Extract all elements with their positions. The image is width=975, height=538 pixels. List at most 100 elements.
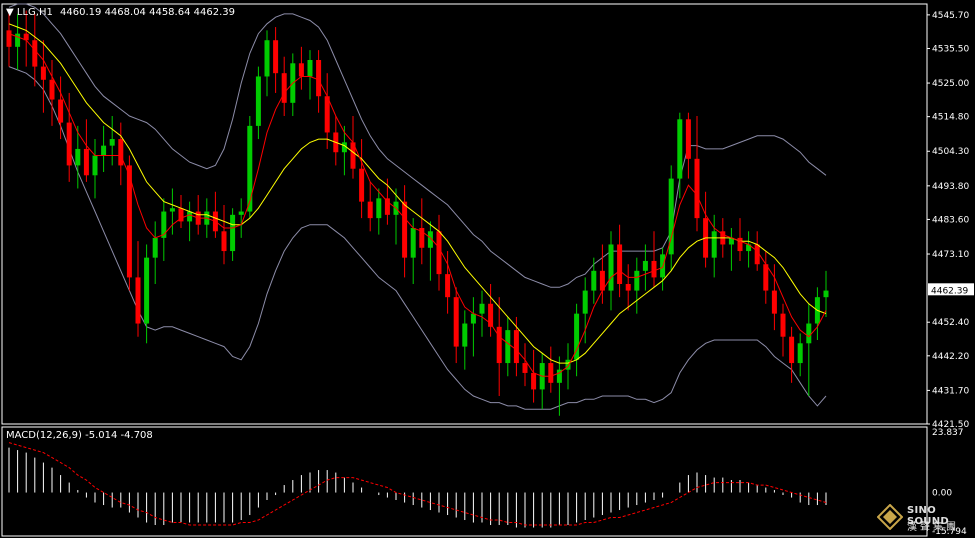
candle-body xyxy=(255,76,261,126)
chart-canvas: 4545.70 4535.50 4525.00 4514.80 4504.30 4493.… xyxy=(1,3,974,537)
candle xyxy=(574,303,580,377)
candle xyxy=(152,221,158,284)
candle xyxy=(453,287,459,364)
candle xyxy=(15,13,21,70)
candle-body xyxy=(789,336,795,364)
price-tick-label: 4483.60 xyxy=(932,215,969,225)
price-tick-label: 4431.70 xyxy=(932,386,969,396)
macd-axis-label: 0.00 xyxy=(932,489,952,499)
candle-body xyxy=(462,323,468,347)
candle xyxy=(548,346,554,393)
candle xyxy=(255,66,261,140)
candle xyxy=(281,56,287,116)
candle xyxy=(402,185,408,278)
price-tick-label: 4535.50 xyxy=(932,44,969,54)
candle-body xyxy=(634,270,640,291)
candle xyxy=(135,241,141,337)
candle xyxy=(376,188,382,235)
candle xyxy=(178,195,184,228)
candle-body xyxy=(531,372,537,390)
candle xyxy=(238,198,244,238)
candle-body xyxy=(677,119,683,179)
candle-body xyxy=(15,33,21,47)
candle-body xyxy=(32,40,38,67)
ohlc-values: 4460.19 4468.04 4458.64 4462.39 xyxy=(60,7,235,18)
candle-body xyxy=(273,40,279,74)
candle-body xyxy=(402,201,408,258)
candle xyxy=(230,208,236,261)
candle xyxy=(531,349,537,403)
candle xyxy=(161,198,167,261)
candle xyxy=(660,247,666,291)
candle-body xyxy=(445,274,451,298)
candle-body xyxy=(40,66,46,80)
price-tick-label: 4442.20 xyxy=(932,352,969,362)
candle xyxy=(496,297,502,396)
candle-body xyxy=(221,231,227,252)
candle xyxy=(625,264,631,311)
price-tick-label: 4514.80 xyxy=(932,113,969,123)
candle xyxy=(298,46,304,90)
candle xyxy=(109,116,115,166)
candle xyxy=(333,116,339,166)
candle xyxy=(608,231,614,311)
candle xyxy=(763,251,769,304)
candle xyxy=(591,257,597,304)
candle xyxy=(479,290,485,337)
candle xyxy=(728,228,734,271)
candle-body xyxy=(771,290,777,314)
candle xyxy=(221,204,227,265)
candle xyxy=(144,244,150,344)
price-axis: 4545.70 4535.50 4525.00 4514.80 4504.30 4493.… xyxy=(927,11,974,430)
candle-body xyxy=(6,30,12,47)
candle xyxy=(806,303,812,396)
candle-body xyxy=(298,63,304,77)
candle-body xyxy=(642,260,648,271)
candle-body xyxy=(582,290,588,314)
candle xyxy=(789,326,795,383)
candle xyxy=(694,116,700,232)
candle-body xyxy=(797,343,803,364)
candle xyxy=(264,30,270,97)
candle-body xyxy=(66,122,72,166)
candle xyxy=(505,316,511,377)
candle-body xyxy=(625,284,631,291)
candle xyxy=(187,201,193,242)
chart-frame xyxy=(1,3,928,537)
candle-body xyxy=(591,270,597,291)
candle-body xyxy=(58,99,64,123)
macd-panel: 23.8370.00-15.794 xyxy=(8,428,967,537)
candle xyxy=(359,139,365,219)
candle xyxy=(316,50,322,113)
candle xyxy=(23,10,29,67)
candle xyxy=(6,10,12,67)
candle-body xyxy=(608,244,614,291)
candle-body xyxy=(479,303,485,314)
dropdown-triangle-icon[interactable]: ▼ xyxy=(6,7,14,18)
candle xyxy=(118,122,124,186)
candle xyxy=(711,214,717,278)
price-tick-label: 4525.00 xyxy=(932,79,969,89)
candle-body xyxy=(264,40,270,77)
candle-body xyxy=(92,155,98,176)
candle xyxy=(341,125,347,176)
candle-body xyxy=(711,231,717,258)
macd-signal-line xyxy=(8,442,827,526)
macd-label: MACD(12,26,9) -5.014 -4.708 xyxy=(6,430,153,441)
price-tick-label: 4473.10 xyxy=(932,250,969,260)
candle-body xyxy=(49,79,55,100)
candle xyxy=(703,191,709,268)
candle-body xyxy=(505,330,511,364)
candle-body xyxy=(651,260,657,278)
candle xyxy=(780,303,786,357)
price-tick-label: 4452.40 xyxy=(932,318,969,328)
candle-body xyxy=(737,237,743,252)
candle-body xyxy=(75,148,81,166)
candle-body xyxy=(247,125,253,212)
candle-body xyxy=(376,198,382,219)
candle-body xyxy=(367,201,373,219)
candle-body xyxy=(118,139,124,166)
candle-body xyxy=(823,290,829,298)
candle-body xyxy=(513,330,519,364)
logo-diamond-icon xyxy=(877,504,903,530)
